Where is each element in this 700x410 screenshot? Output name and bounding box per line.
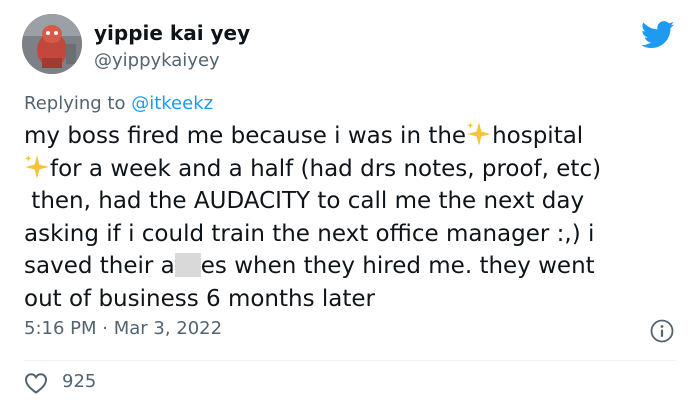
- tweet-line-5: saved their a es when they hired me. they…: [24, 250, 684, 283]
- tweet-text-segment: hospital: [492, 123, 584, 149]
- tweet-text-segment: my boss fired me because i was in the: [24, 123, 467, 149]
- tweet-line-2: for a week and a half (had drs notes, pr…: [24, 153, 684, 186]
- meta-separator: ·: [96, 318, 114, 339]
- replying-prefix: Replying to: [24, 93, 132, 114]
- sparkles-icon: [25, 154, 49, 179]
- avatar-image: [22, 14, 82, 74]
- tweet-text-segment: es when they hired me. they went: [200, 253, 595, 279]
- tweet-line-6: out of business 6 months later: [24, 285, 376, 312]
- twitter-bird-icon[interactable]: [641, 21, 675, 49]
- tweet-text-segment: saved their a: [24, 253, 175, 279]
- tweet-line-1: my boss fired me because i was in the hos…: [24, 120, 684, 153]
- tweet-date[interactable]: Mar 3, 2022: [114, 318, 222, 339]
- tweet-timestamp[interactable]: 5:16 PM · Mar 3, 2022: [24, 318, 222, 339]
- avatar[interactable]: [22, 14, 82, 74]
- divider: [24, 360, 676, 361]
- tweet-line-4: asking if i could train the next office …: [24, 220, 595, 247]
- like-count[interactable]: 925: [62, 371, 96, 392]
- tweet-card: yippie kai yey @yippykaiyey Replying to …: [0, 0, 700, 410]
- tweet-text: my boss fired me because i was in the hos…: [24, 120, 684, 315]
- handle[interactable]: @yippykaiyey: [94, 50, 220, 71]
- tweet-time[interactable]: 5:16 PM: [24, 318, 97, 339]
- sparkles-icon: [467, 122, 491, 146]
- tweet-text-segment: for a week and a half (had drs notes, pr…: [50, 155, 602, 182]
- display-name[interactable]: yippie kai yey: [94, 21, 250, 45]
- info-icon[interactable]: [650, 319, 674, 343]
- reply-mention-link[interactable]: @itkeekz: [131, 93, 213, 114]
- tweet-line-3: then, had the AUDACITY to call me the ne…: [24, 188, 585, 214]
- heart-icon[interactable]: [24, 372, 48, 394]
- censor-block: [174, 253, 201, 277]
- replying-to: Replying to @itkeekz: [24, 93, 213, 114]
